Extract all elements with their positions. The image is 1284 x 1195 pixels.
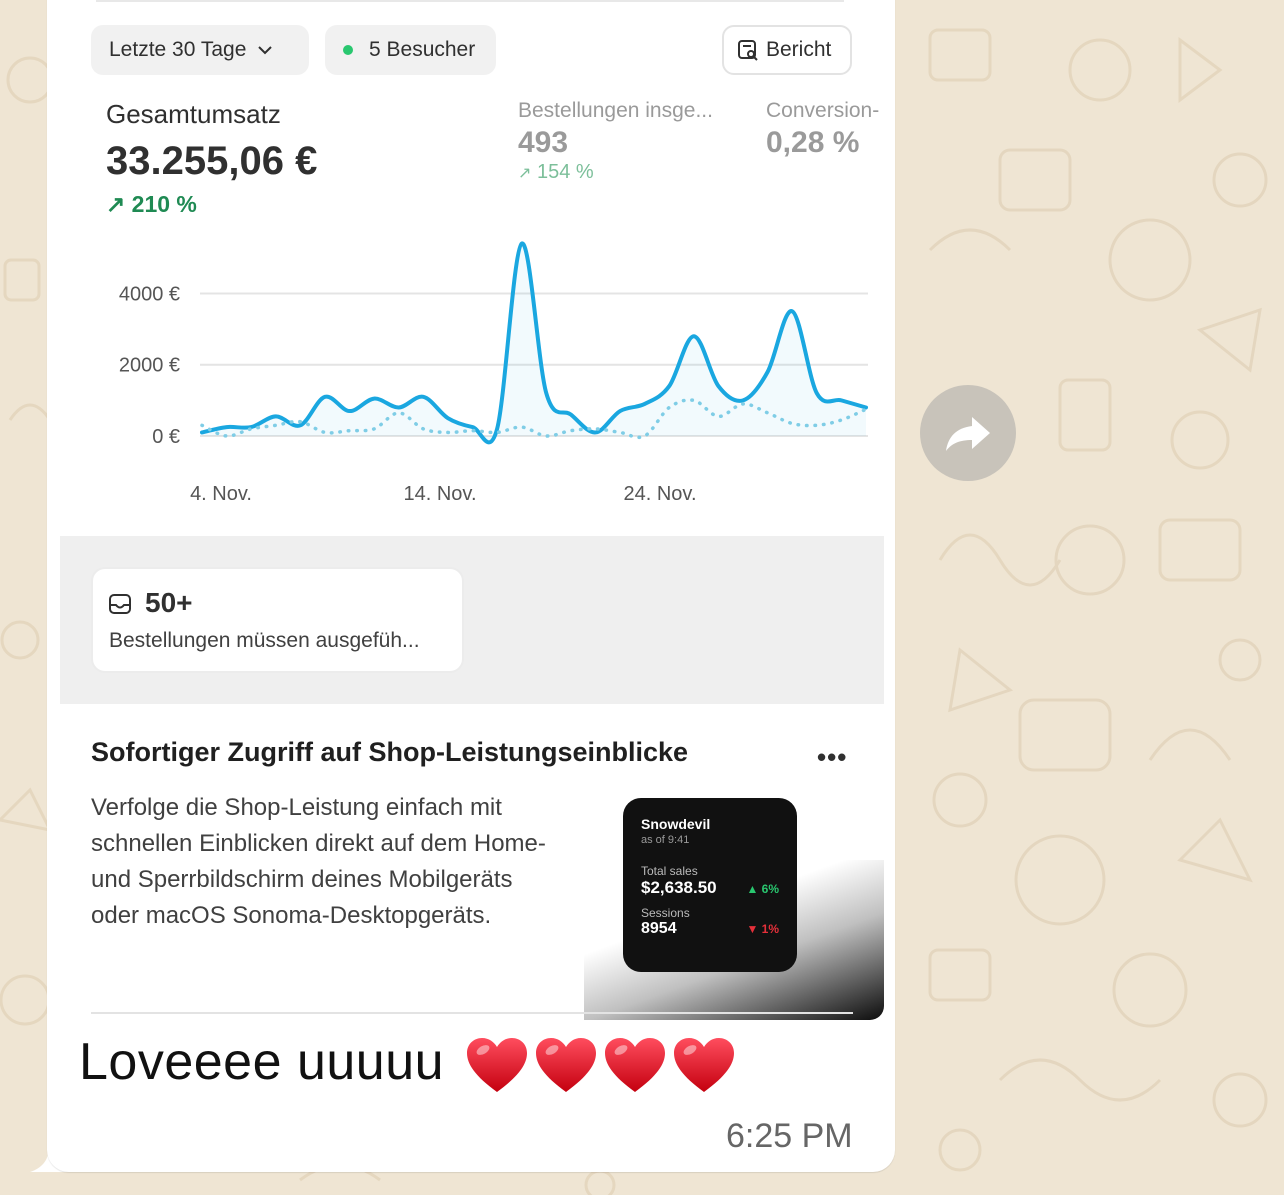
widget-sales-value: $2,638.50 [641,878,717,897]
live-visitors-chip[interactable]: 5 Besucher [325,25,496,75]
heart-emoji-icon [536,1038,597,1093]
total-sales-value: 33.255,06 € [106,139,318,183]
arrow-up-right-icon: ↗ [518,165,532,182]
total-sales-change-value: 210 % [131,191,197,217]
conversion-label: Conversion- [766,99,880,122]
widget-sessions-value: 8954 [641,920,677,937]
orders-count: 50+ [145,587,193,618]
total-sales-label: Gesamtumsatz [106,99,281,129]
orders-value: 493 [518,126,569,159]
inbox-icon [109,594,131,614]
report-button[interactable]: Bericht [722,25,852,75]
x-tick-label: 4. Nov. [190,483,252,505]
y-tick-label: 0 € [152,426,180,448]
live-dot-icon [343,45,353,55]
visitors-label: 5 Besucher [369,38,476,61]
widget-sessions-change-value: 1% [761,922,779,936]
store-widget-preview: Snowdevil as of 9:41 Total sales $2,638.… [623,798,797,972]
widget-store-name: Snowdevil [641,816,711,832]
orders-to-fulfill-card[interactable]: 50+ Bestellungen müssen ausgefüh... [91,567,464,673]
report-search-icon [738,40,758,61]
heart-emoji-icon [674,1038,735,1093]
insight-title: Sofortiger Zugriff auf Shop-Leistungsein… [91,737,689,767]
orders-label: Bestellungen insge... [518,99,713,122]
divider [96,0,844,2]
report-label: Bericht [766,38,832,61]
share-arrow-icon [946,417,990,451]
orders-change-value: 154 % [536,161,594,183]
widget-sessions-label: Sessions [641,906,690,920]
widget-sales-label: Total sales [641,864,698,878]
message-timestamp: 6:25 PM [726,1117,853,1155]
date-range-dropdown[interactable]: Letzte 30 Tage [91,25,309,75]
more-options-icon[interactable]: ••• [817,742,847,773]
heart-emoji-icon [467,1038,528,1093]
y-tick-label: 2000 € [119,355,180,377]
arrow-up-right-icon: ↗ [106,191,126,217]
insight-body: Verfolge die Shop-Leistung einfach mit s… [91,794,546,929]
date-range-label: Letzte 30 Tage [109,38,247,61]
total-sales-change: ↗ 210 % [106,191,197,218]
divider [91,1012,853,1014]
shared-screenshot[interactable]: Letzte 30 Tage 5 Besucher Bericht Gesamt… [60,0,884,1020]
orders-change: ↗ 154 % [518,161,594,184]
widget-sessions-change: ▼ 1% [746,922,779,936]
conversion-value: 0,28 % [766,126,860,159]
heart-emojis [465,1036,741,1094]
x-tick-label: 14. Nov. [404,483,477,505]
heart-emoji-icon [605,1038,666,1093]
chevron-down-icon [258,46,273,55]
sales-line-chart: 0 € 2000 € 4000 € 4. Nov. 14. Nov. 24. Nov. [119,241,868,505]
message-body: Loveeee uuuuu [79,1033,445,1091]
widget-as-of: as of 9:41 [641,834,690,846]
message-text: Loveeee uuuuu [79,1032,741,1094]
x-tick-label: 24. Nov. [624,483,697,505]
y-tick-label: 4000 € [119,283,180,305]
widget-sales-change-value: 6% [761,882,779,896]
widget-sales-change: ▲ 6% [746,882,779,896]
forward-button[interactable] [920,385,1016,481]
orders-caption: Bestellungen müssen ausgefüh... [109,629,420,652]
